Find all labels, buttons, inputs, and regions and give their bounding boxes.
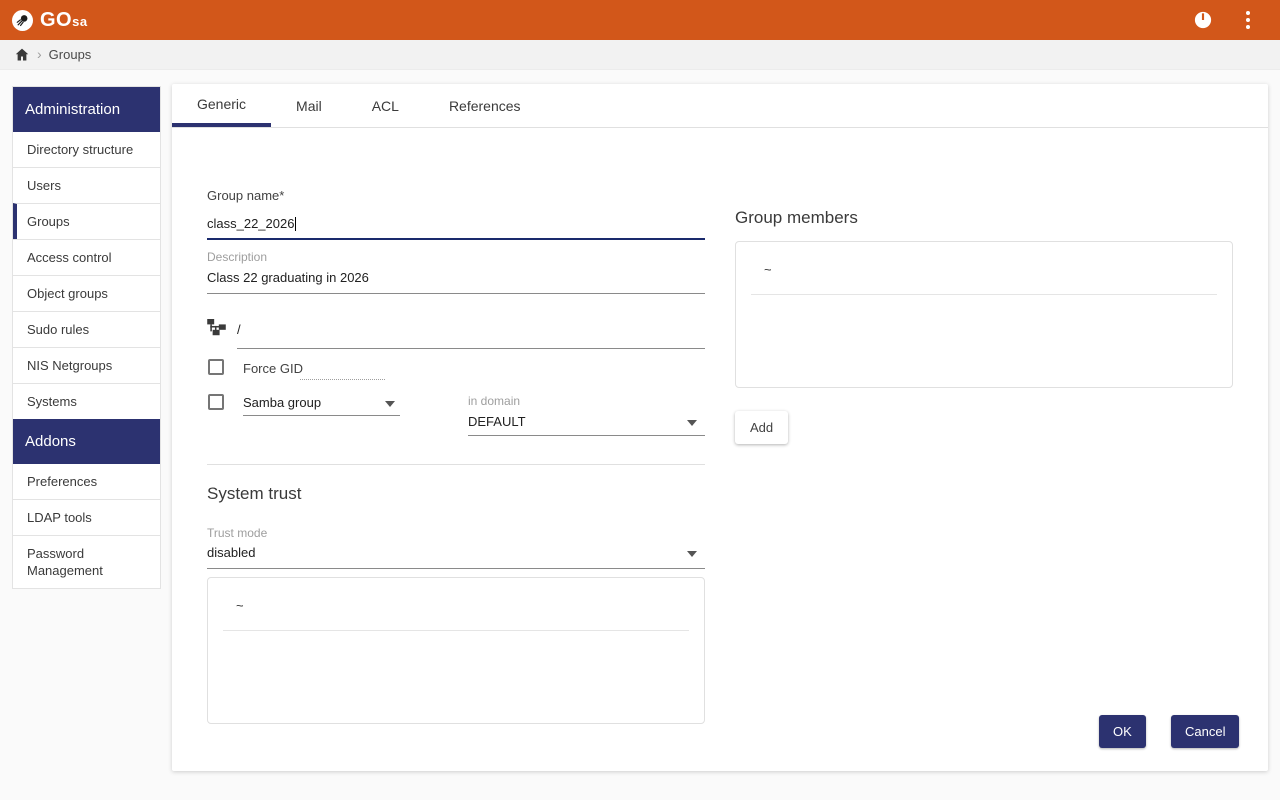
- system-trust-list[interactable]: ~: [207, 577, 705, 724]
- sidebar-item-users[interactable]: Users: [13, 167, 160, 203]
- sidebar-item-systems[interactable]: Systems: [13, 383, 160, 419]
- page-body: Administration Directory structure Users…: [0, 70, 1280, 800]
- in-domain-underline: [468, 435, 705, 436]
- list-divider: [223, 630, 689, 631]
- breadcrumb: › Groups: [0, 40, 1280, 70]
- breadcrumb-current[interactable]: Groups: [49, 47, 92, 62]
- trust-mode-label: Trust mode: [207, 526, 268, 540]
- system-trust-heading: System trust: [207, 484, 302, 503]
- sidebar-section-addons: Addons: [13, 419, 160, 464]
- add-member-button[interactable]: Add: [735, 411, 789, 444]
- tab-references[interactable]: References: [424, 84, 546, 127]
- samba-group-underline: [243, 415, 400, 416]
- base-tree-icon[interactable]: [207, 319, 226, 341]
- trust-mode-underline: [207, 568, 705, 569]
- logo-text: GOsa: [40, 8, 88, 31]
- group-members-heading: Group members: [735, 208, 858, 227]
- clock-icon[interactable]: [1194, 11, 1212, 29]
- samba-group-checkbox[interactable]: [208, 394, 224, 410]
- tab-generic[interactable]: Generic: [172, 84, 272, 127]
- sidebar-item-groups[interactable]: Groups: [13, 203, 160, 239]
- tab-mail[interactable]: Mail: [271, 84, 347, 127]
- cancel-button[interactable]: Cancel: [1171, 715, 1240, 748]
- force-gid-label: Force GID: [243, 361, 303, 376]
- trust-mode-dropdown-arrow-icon[interactable]: [687, 551, 697, 557]
- in-domain-label: in domain: [468, 394, 521, 408]
- tab-acl[interactable]: ACL: [347, 84, 424, 127]
- group-name-underline: [207, 238, 705, 240]
- force-gid-checkbox[interactable]: [208, 359, 224, 375]
- in-domain-dropdown-arrow-icon[interactable]: [687, 420, 697, 426]
- system-trust-list-placeholder: ~: [236, 598, 244, 613]
- in-domain-select[interactable]: DEFAULT: [468, 414, 526, 429]
- form-left-column: Group name* class_22_2026 Description Cl…: [207, 188, 705, 800]
- description-underline: [207, 293, 705, 294]
- samba-group-select[interactable]: Samba group: [243, 395, 321, 410]
- sidebar-item-password-management[interactable]: Password Management: [13, 535, 160, 588]
- description-input[interactable]: Class 22 graduating in 2026: [207, 270, 369, 285]
- text-cursor: [295, 217, 297, 231]
- base-input[interactable]: /: [237, 322, 241, 337]
- sidebar-item-object-groups[interactable]: Object groups: [13, 275, 160, 311]
- top-app-bar: GOsa: [0, 0, 1280, 40]
- overflow-menu-icon[interactable]: [1242, 7, 1254, 33]
- force-gid-input[interactable]: [300, 364, 385, 380]
- sidebar-nav: Administration Directory structure Users…: [12, 86, 161, 589]
- sidebar-item-ldap-tools[interactable]: LDAP tools: [13, 499, 160, 535]
- group-members-list[interactable]: ~: [735, 241, 1233, 388]
- group-name-input[interactable]: class_22_2026: [207, 216, 297, 231]
- group-name-label: Group name*: [207, 188, 285, 203]
- group-editor-card: Generic Mail ACL References Group name* …: [172, 84, 1268, 771]
- samba-group-dropdown-arrow-icon[interactable]: [385, 401, 395, 407]
- form-right-column: Group members ~ Add: [735, 188, 1233, 800]
- sidebar-item-access-control[interactable]: Access control: [13, 239, 160, 275]
- trust-mode-select[interactable]: disabled: [207, 545, 255, 560]
- sidebar-item-directory-structure[interactable]: Directory structure: [13, 132, 160, 167]
- list-divider: [751, 294, 1217, 295]
- sidebar-section-administration: Administration: [13, 87, 160, 132]
- section-divider: [207, 464, 705, 465]
- ok-button[interactable]: OK: [1099, 715, 1146, 748]
- breadcrumb-chevron-icon: ›: [37, 45, 42, 62]
- rocket-icon: [12, 9, 33, 31]
- sidebar-item-nis-netgroups[interactable]: NIS Netgroups: [13, 347, 160, 383]
- gosa-logo[interactable]: GOsa: [12, 9, 88, 32]
- description-label: Description: [207, 250, 268, 264]
- base-underline: [237, 348, 705, 349]
- tab-bar: Generic Mail ACL References: [172, 84, 1268, 128]
- sidebar-item-sudo-rules[interactable]: Sudo rules: [13, 311, 160, 347]
- sidebar-item-preferences[interactable]: Preferences: [13, 464, 160, 499]
- home-icon[interactable]: [14, 47, 30, 62]
- tab-content-generic: Group name* class_22_2026 Description Cl…: [172, 128, 1268, 771]
- group-members-list-placeholder: ~: [764, 262, 772, 277]
